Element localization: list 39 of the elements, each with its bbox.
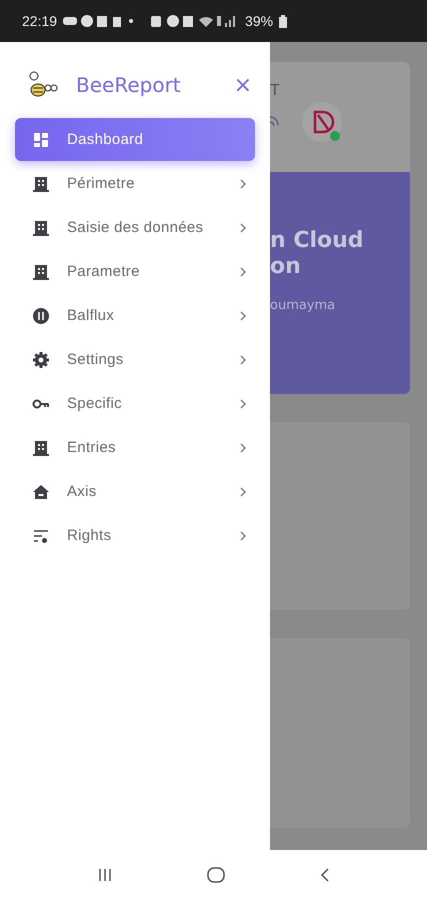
chevron-icon (239, 442, 247, 452)
banner-user: oumayma (270, 298, 336, 313)
home-button-icon[interactable] (207, 867, 226, 883)
banner-title: on (270, 254, 302, 280)
chevron-icon (239, 354, 247, 364)
menu-item[interactable]: Parametre (15, 250, 255, 293)
battery-icon (279, 14, 288, 28)
battery-level: 39% (245, 13, 274, 29)
home-icon (32, 482, 50, 500)
building-icon (32, 174, 50, 192)
brand-name: BeeReport (76, 73, 182, 97)
chevron-icon (239, 266, 247, 276)
dashboard-icon (32, 130, 50, 148)
status-time: 22:19 (22, 13, 58, 29)
chevron-icon (239, 178, 247, 188)
back-icon[interactable] (320, 867, 330, 883)
menu-item[interactable]: Settings (15, 338, 255, 381)
menu-item[interactable]: Axis (15, 470, 255, 513)
chevron-icon (239, 486, 247, 496)
close-button[interactable]: × (230, 72, 256, 98)
building-icon (32, 438, 50, 456)
menu-item[interactable]: Périmetre (15, 162, 255, 205)
building-icon (32, 262, 50, 280)
chevron-icon (239, 530, 247, 540)
header-text-fragment: T (270, 82, 281, 100)
banner-title: n Cloud (270, 228, 365, 254)
menu-item[interactable]: Entries (15, 426, 255, 469)
chevron-icon (239, 398, 247, 408)
chevron-icon (239, 222, 247, 232)
building-icon (32, 218, 50, 236)
menu-item[interactable]: Rights (15, 514, 255, 557)
settings-icon (32, 350, 50, 368)
chevron-icon (239, 310, 247, 320)
menu-item[interactable]: Balflux (15, 294, 255, 337)
menu-item[interactable]: Specific (15, 382, 255, 425)
recent-apps-icon[interactable] (97, 867, 114, 883)
menu-item[interactable]: Saisie des données (15, 206, 255, 249)
logo-avatar (302, 102, 344, 144)
menu-item[interactable]: Dashboard (15, 118, 255, 161)
